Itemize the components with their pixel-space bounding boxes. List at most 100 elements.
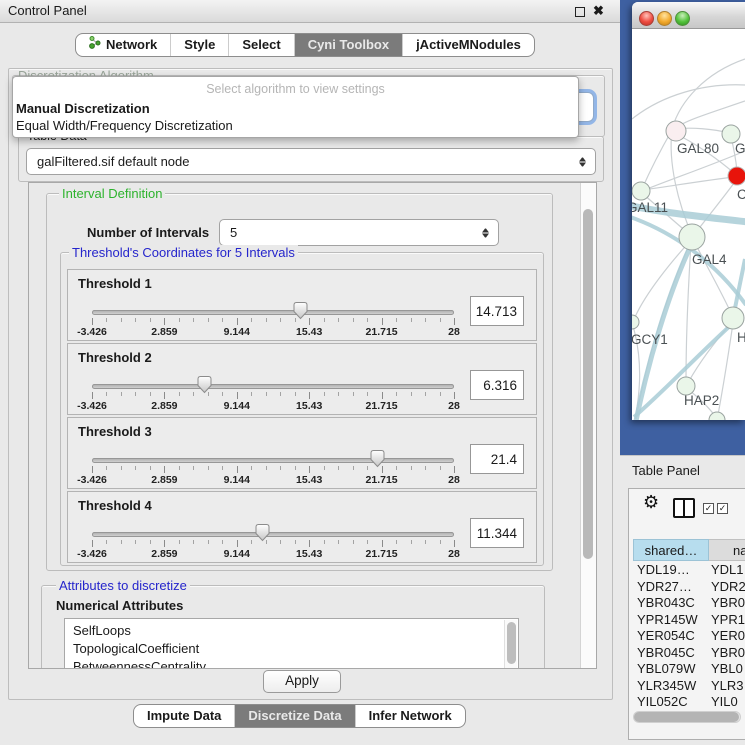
attribute-item-selfloops[interactable]: SelfLoops (65, 619, 518, 640)
table-horizontal-scrollbar[interactable] (633, 711, 741, 723)
dropdown-option-manual-discretization[interactable]: Manual Discretization (16, 101, 150, 116)
table-row[interactable]: YBL079WYBL0 (633, 661, 745, 678)
network-node-green[interactable] (679, 224, 705, 250)
list-scrollbar-thumb[interactable] (507, 622, 516, 664)
threshold-value-field[interactable]: 6.316 (470, 370, 524, 400)
slider-tick (396, 540, 397, 544)
slider-tick (353, 318, 354, 322)
tab-cyni-toolbox[interactable]: Cyni Toolbox (294, 34, 402, 56)
slider-thumb[interactable] (369, 449, 386, 468)
apply-button[interactable]: Apply (263, 670, 341, 693)
table-row[interactable]: YPR145WYPR1 (633, 612, 745, 629)
tab-style[interactable]: Style (170, 34, 228, 56)
column-header-name[interactable]: na (709, 539, 745, 561)
slider-tick (440, 466, 441, 470)
slider-thumb[interactable] (292, 301, 309, 320)
slider-tick (324, 466, 325, 470)
control-panel-titlebar: Control Panel ✖ (0, 0, 620, 23)
network-node-pink[interactable] (666, 121, 686, 141)
slider-tick (440, 392, 441, 396)
table-row[interactable]: YIL052CYIL0 (633, 694, 745, 711)
threshold-slider-track[interactable] (92, 384, 454, 389)
number-of-intervals-combobox[interactable]: 5 (219, 219, 499, 246)
table-row[interactable]: YBR045CYBR0 (633, 645, 745, 662)
slider-tick-label: 21.715 (354, 548, 410, 560)
slider-tick (193, 318, 194, 322)
slider-tick (121, 540, 122, 544)
tab-select[interactable]: Select (228, 34, 293, 56)
list-scrollbar[interactable] (504, 620, 517, 669)
tab-network[interactable]: Network (76, 34, 170, 56)
table-row[interactable]: YDR27…YDR2 (633, 579, 745, 596)
control-panel-title: Control Panel (8, 0, 87, 22)
tab-impute-data[interactable]: Impute Data (134, 705, 234, 727)
tab-jactivemnodules[interactable]: jActiveMNodules (402, 34, 534, 56)
attribute-item-topologicalcoefficient[interactable]: TopologicalCoefficient (65, 640, 518, 658)
network-window-titlebar[interactable] (632, 2, 745, 29)
threshold-value-field[interactable]: 21.4 (470, 444, 524, 474)
slider-tick (237, 318, 238, 325)
network-edge[interactable] (643, 177, 734, 190)
slider-thumb[interactable] (196, 375, 213, 394)
table-data-combobox[interactable]: galFiltered.sif default node (26, 148, 596, 175)
table-row[interactable]: YBR043CYBR0 (633, 595, 745, 612)
slider-tick (222, 540, 223, 544)
network-canvas[interactable]: GAL80GAGAL11CGAL4GCY1HHAP2 (632, 29, 745, 420)
close-icon[interactable]: ✖ (593, 3, 604, 19)
network-edge[interactable] (686, 243, 691, 381)
slider-tick (193, 540, 194, 544)
network-node-green[interactable] (632, 182, 650, 200)
algorithm-dropdown-popup: Select algorithm to view settings Manual… (12, 76, 579, 138)
tab-infer-network[interactable]: Infer Network (355, 705, 465, 727)
gear-icon[interactable]: ⚙ (643, 492, 659, 513)
tab-discretize-data[interactable]: Discretize Data (234, 705, 354, 727)
network-edge-thick[interactable] (734, 259, 745, 313)
table-row[interactable]: YER054CYER0 (633, 628, 745, 645)
slider-tick (106, 540, 107, 544)
threshold-slider-track[interactable] (92, 532, 454, 537)
attribute-item-betweennesscentrality[interactable]: BetweennessCentrality (65, 658, 518, 669)
table-panel-title: Table Panel (632, 463, 700, 478)
network-edge[interactable] (678, 101, 745, 127)
network-node-green[interactable] (709, 412, 725, 420)
network-node-green[interactable] (722, 307, 744, 329)
cell-shared-name: YBL079W (633, 661, 711, 676)
close-traffic-light-icon[interactable] (639, 11, 654, 26)
network-edge[interactable] (635, 239, 692, 317)
slider-tick (164, 466, 165, 473)
slider-tick-label: 15.43 (281, 474, 337, 486)
zoom-traffic-light-icon[interactable] (675, 11, 690, 26)
cell-name: YDL1 (711, 562, 744, 577)
slider-tick (411, 540, 412, 544)
threshold-value-field[interactable]: 11.344 (470, 518, 524, 548)
network-node-green[interactable] (632, 315, 639, 329)
table-row[interactable]: YDL19…YDL1 (633, 562, 745, 579)
network-edge[interactable] (632, 85, 745, 119)
column-header-shared-name[interactable]: shared… (633, 539, 709, 561)
columns-icon[interactable] (673, 498, 695, 518)
settings-scrollbar[interactable] (580, 183, 596, 668)
threshold-slider-track[interactable] (92, 310, 454, 315)
slider-tick (179, 466, 180, 470)
minimize-traffic-light-icon[interactable] (657, 11, 672, 26)
dropdown-option-equal-width-frequency[interactable]: Equal Width/Frequency Discretization (16, 118, 233, 133)
slider-thumb[interactable] (254, 523, 271, 542)
float-window-icon[interactable] (575, 7, 585, 17)
network-edge[interactable] (672, 59, 745, 129)
bottom-tab-bar: Impute DataDiscretize DataInfer Network (133, 704, 466, 728)
settings-scrollbar-thumb[interactable] (583, 209, 593, 559)
table-row[interactable]: YLR345WYLR3 (633, 678, 745, 695)
network-node-red[interactable] (728, 167, 745, 185)
cell-name: YBR0 (711, 645, 745, 660)
network-edge[interactable] (642, 130, 672, 189)
checkbox-icon[interactable]: ✓ (717, 503, 728, 514)
checkbox-icon[interactable]: ✓ (703, 503, 714, 514)
threshold-slider-track[interactable] (92, 458, 454, 463)
table-scrollbar-thumb[interactable] (634, 712, 739, 722)
threshold-value-field[interactable]: 14.713 (470, 296, 524, 326)
thresholds-group: Threshold's Coordinates for 5 Intervals … (60, 252, 544, 566)
numerical-attributes-list[interactable]: SelfLoopsTopologicalCoefficientBetweenne… (64, 618, 519, 669)
slider-tick-label: -3.426 (64, 400, 120, 412)
slider-tick (411, 392, 412, 396)
tab-label: jActiveMNodules (416, 34, 521, 56)
